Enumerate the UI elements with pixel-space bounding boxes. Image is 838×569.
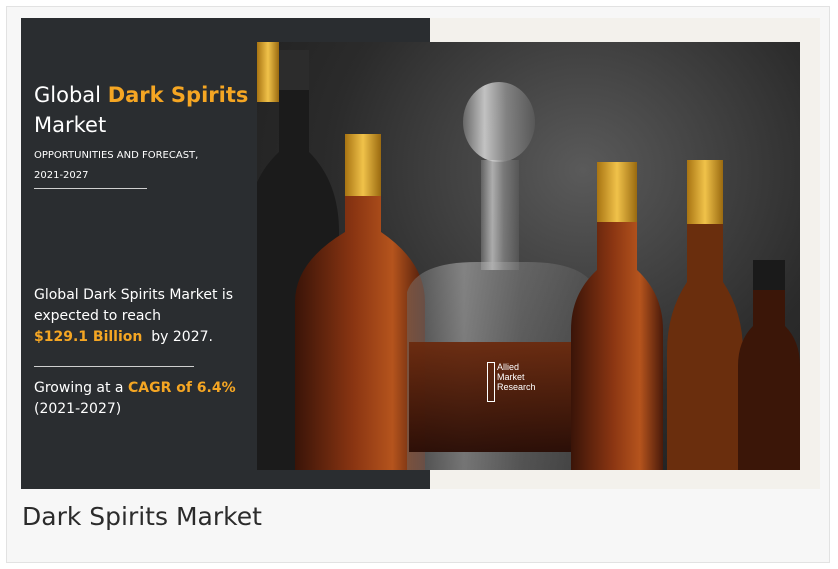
growth-statement: Growing at a CAGR of 6.4% (2021-2027) [34, 378, 236, 420]
bottle-shape [738, 286, 800, 470]
logo-word-3: Research [497, 382, 536, 392]
bottle-cap [279, 50, 309, 90]
statement-line-1: Global Dark Spirits Market is [34, 287, 234, 303]
market-banner-image: Global Dark Spirits Market OPPORTUNITIES… [21, 18, 820, 489]
banner-title-suffix: Market [34, 113, 107, 137]
growth-line-1: Growing at a CAGR of 6.4% [34, 378, 236, 399]
cagr-value: CAGR of 6.4% [127, 380, 236, 396]
image-caption: Dark Spirits Market [22, 502, 262, 531]
decanter-stopper [463, 82, 535, 162]
title-prefix: Global [34, 83, 101, 107]
statement-suffix: by 2027. [151, 329, 213, 345]
growth-period: (2021-2027) [34, 401, 122, 417]
statement-line-2: expected to reach [34, 308, 162, 324]
growth-prefix: Growing at a [34, 380, 124, 396]
bottle-cap [597, 162, 637, 222]
bottle-cap [257, 42, 279, 102]
banner-subtitle: OPPORTUNITIES AND FORECAST, 2021-2027 [34, 146, 198, 186]
bottle-shape [571, 220, 663, 470]
divider [34, 188, 147, 189]
banner-title: Global Dark Spirits [34, 82, 248, 108]
bottle-shape [667, 222, 743, 470]
bottle-cap [753, 260, 785, 290]
market-statement: Global Dark Spirits Market is expected t… [34, 285, 233, 348]
divider [34, 366, 194, 367]
market-value: $129.1 Billion [34, 329, 143, 345]
logo-word-2: Market [497, 372, 525, 382]
bottle-cap [345, 134, 381, 196]
logo-mark-icon [487, 362, 495, 402]
bottle-cap [687, 160, 723, 224]
title-highlight: Dark Spirits [107, 83, 249, 107]
subtitle-line-2: 2021-2027 [34, 170, 89, 181]
logo-word-1: Allied [497, 362, 520, 372]
subtitle-line-1: OPPORTUNITIES AND FORECAST, [34, 150, 199, 161]
decanter-neck [481, 160, 519, 270]
allied-market-research-logo: Allied Market Research [487, 360, 557, 406]
statement-line-3: $129.1 Billion by 2027. [34, 327, 233, 348]
